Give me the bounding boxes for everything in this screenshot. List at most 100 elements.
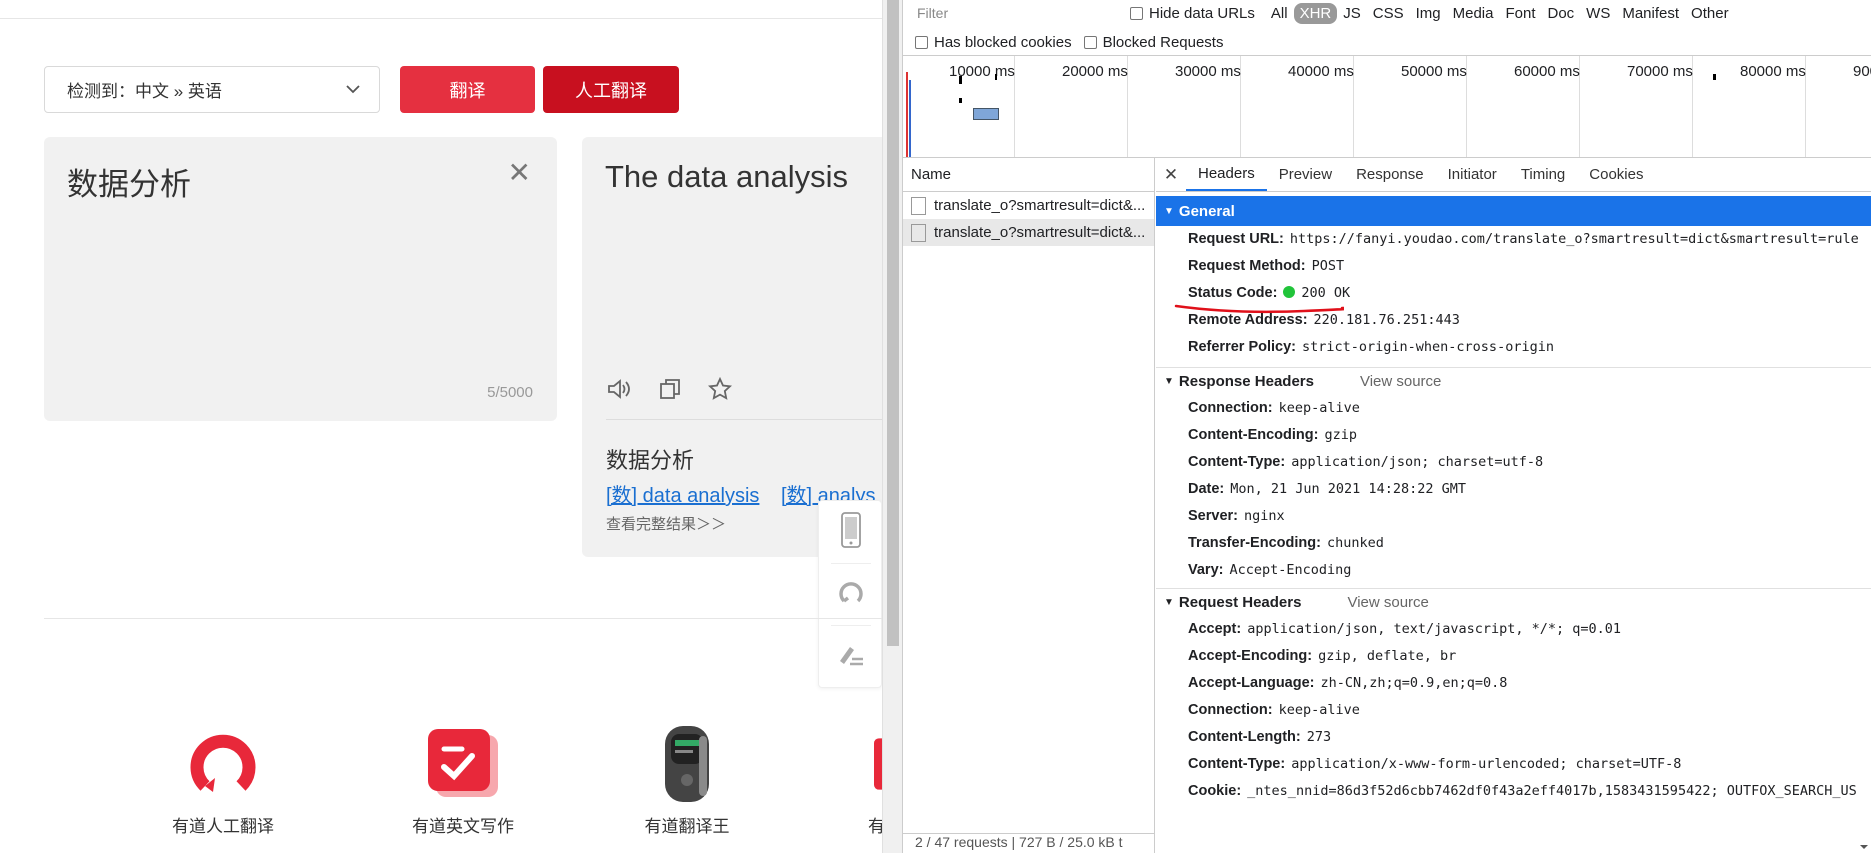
clear-icon[interactable]: ✕ — [508, 159, 531, 187]
view-source-link[interactable]: View source — [1360, 373, 1441, 390]
dict-link[interactable]: [数] data analysis — [606, 485, 759, 507]
product-item[interactable]: 有道翻译王 — [607, 724, 767, 837]
has-blocked-cookies-checkbox[interactable]: Has blocked cookies — [915, 34, 1072, 51]
header-value: 273 — [1306, 729, 1332, 745]
product-item[interactable]: 有 — [800, 724, 882, 837]
detail-tabs: ✕ Headers Preview Response Initiator Tim… — [1156, 158, 1871, 192]
header-value: zh-CN,zh;q=0.9,en;q=0.8 — [1320, 675, 1508, 691]
checkbox-icon — [1083, 35, 1097, 49]
page-scrollbar[interactable] — [882, 0, 902, 853]
status-ok-icon — [1283, 286, 1296, 298]
header-row: Content-Encoding: gzip — [1156, 422, 1871, 449]
timeline-bar — [1713, 74, 1716, 80]
request-name: translate_o?smartresult=dict&... — [934, 197, 1146, 214]
star-icon[interactable] — [708, 377, 732, 401]
tab-headers[interactable]: Headers — [1186, 158, 1267, 191]
source-input-box[interactable]: 数据分析 ✕ 5/5000 — [44, 137, 557, 421]
filter-ws[interactable]: WS — [1580, 3, 1616, 24]
header-key: Connection: — [1188, 702, 1273, 718]
header-value: Mon, 21 Jun 2021 14:28:22 GMT — [1230, 481, 1466, 497]
divider — [831, 625, 871, 626]
filter-img[interactable]: Img — [1410, 3, 1447, 24]
request-row[interactable]: translate_o?smartresult=dict&... — [903, 192, 1154, 219]
devtools-network-panel: Filter Hide data URLs All XHR JS CSS Img… — [902, 0, 1871, 853]
tab-timing[interactable]: Timing — [1509, 158, 1577, 191]
tab-cookies[interactable]: Cookies — [1577, 158, 1655, 191]
language-select-label: 检测到：中文 » 英语 — [67, 82, 222, 101]
checkbox-label: Blocked Requests — [1102, 33, 1224, 51]
section-general-header[interactable]: ▼ General — [1156, 196, 1871, 226]
translator-page: 检测到：中文 » 英语 翻译 人工翻译 数据分析 ✕ 5/5000 The da… — [0, 0, 882, 853]
view-source-link[interactable]: View source — [1347, 594, 1428, 611]
timeline-bar — [959, 98, 962, 103]
human-translate-button[interactable]: 人工翻译 — [543, 66, 679, 113]
hide-data-urls-checkbox[interactable]: Hide data URLs — [1130, 5, 1255, 22]
header-row: Referrer Policy: strict-origin-when-cross… — [1156, 334, 1871, 361]
header-row: Transfer-Encoding: chunked — [1156, 530, 1871, 557]
human-translate-icon[interactable] — [819, 577, 882, 607]
youdao-writing-icon — [428, 729, 498, 797]
writing-icon[interactable] — [819, 641, 882, 667]
filter-other[interactable]: Other — [1685, 3, 1735, 24]
section-title: Request Headers — [1178, 594, 1302, 611]
product-item[interactable]: 有道英文写作 — [383, 724, 543, 837]
product-label: 有 — [868, 817, 882, 836]
divider — [0, 18, 882, 19]
translation-output-box: The data analysis 数据分析 [数] data analysis… — [582, 137, 882, 557]
product-item[interactable]: 有道人工翻译 — [143, 724, 303, 837]
tab-preview[interactable]: Preview — [1267, 158, 1344, 191]
filter-media[interactable]: Media — [1447, 3, 1500, 24]
filter-input[interactable]: Filter — [915, 1, 1120, 25]
dict-headword: 数据分析 — [606, 448, 695, 473]
header-key: Accept: — [1188, 621, 1242, 637]
filter-js[interactable]: JS — [1337, 3, 1367, 24]
section-request-headers-header[interactable]: ▼ Request Headers View source — [1156, 588, 1871, 616]
section-response-headers-header[interactable]: ▼ Response Headers View source — [1156, 367, 1871, 395]
header-row: Request URL: https://fanyi.youdao.com/tra… — [1156, 226, 1871, 253]
more-results-link[interactable]: 查看完整结果＞＞ — [606, 513, 726, 534]
header-value: nginx — [1243, 508, 1285, 524]
tab-response[interactable]: Response — [1344, 158, 1436, 191]
blocked-requests-checkbox[interactable]: Blocked Requests — [1083, 33, 1224, 51]
chevron-down-icon — [346, 85, 360, 94]
translate-button[interactable]: 翻译 — [400, 66, 535, 113]
timeline-tick-label: 80000 ms — [1740, 63, 1806, 80]
header-row: Content-Type: application/x-www-form-urle… — [1156, 751, 1871, 778]
name-column-header[interactable]: Name — [903, 158, 1154, 192]
scrollbar-thumb[interactable] — [887, 0, 899, 646]
speaker-icon[interactable] — [606, 377, 632, 401]
header-key: Referrer Policy: — [1188, 339, 1296, 355]
youdao-human-translate-icon — [190, 734, 256, 792]
filter-font[interactable]: Font — [1499, 3, 1541, 24]
header-value: 200 OK — [1301, 285, 1351, 301]
mobile-icon[interactable] — [819, 511, 882, 549]
tab-initiator[interactable]: Initiator — [1436, 158, 1509, 191]
filter-xhr[interactable]: XHR — [1293, 2, 1338, 24]
header-value: strict-origin-when-cross-origin — [1302, 339, 1554, 355]
general-section: Request URL: https://fanyi.youdao.com/tra… — [1156, 226, 1871, 361]
translator-device-icon — [665, 726, 709, 802]
devtools-scrollbar[interactable] — [1857, 0, 1871, 853]
header-row: Cookie: _ntes_nnid=86d3f52d6cbb7462df0f43… — [1156, 778, 1871, 805]
language-select[interactable]: 检测到：中文 » 英语 — [44, 66, 380, 113]
filter-all[interactable]: All — [1265, 3, 1294, 24]
section-title: Response Headers — [1178, 373, 1314, 390]
triangle-down-icon: ▼ — [1164, 205, 1174, 217]
file-icon — [911, 223, 926, 242]
header-row: Content-Type: application/json; charset=u… — [1156, 449, 1871, 476]
timeline-overview[interactable]: 10000 ms 20000 ms 30000 ms 40000 ms 5000… — [903, 55, 1871, 158]
header-value: gzip, deflate, br — [1318, 648, 1457, 664]
timeline-tick-label: 40000 ms — [1288, 63, 1354, 80]
header-value: _ntes_nnid=86d3f52d6cbb7462df0f43a2eff40… — [1247, 783, 1857, 799]
filter-doc[interactable]: Doc — [1541, 3, 1580, 24]
filter-manifest[interactable]: Manifest — [1616, 3, 1685, 24]
filter-css[interactable]: CSS — [1367, 3, 1410, 24]
close-icon[interactable]: ✕ — [1156, 158, 1186, 191]
request-row[interactable]: translate_o?smartresult=dict&... — [903, 219, 1154, 246]
source-text[interactable]: 数据分析 — [67, 159, 191, 204]
copy-icon[interactable] — [658, 377, 682, 401]
header-key: Content-Type: — [1188, 454, 1286, 470]
header-key: Vary: — [1188, 562, 1224, 578]
timeline-bar — [906, 72, 908, 157]
header-key: Server: — [1188, 508, 1238, 524]
